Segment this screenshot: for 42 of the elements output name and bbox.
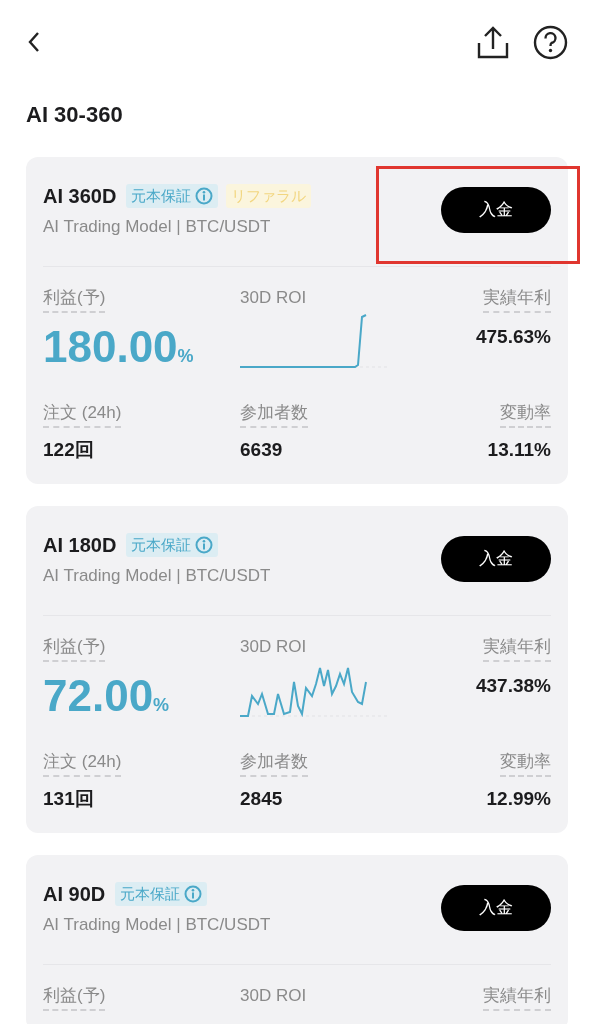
guarantee-badge: 元本保証 (126, 183, 219, 209)
stat-value: 12.99% (486, 786, 551, 811)
stat-value: 2845 (240, 786, 283, 811)
stat-label: 参加者数 (240, 401, 308, 428)
help-icon[interactable] (533, 24, 568, 60)
apr-value: 437.38% (476, 673, 551, 698)
referral-badge: リファラル (226, 183, 312, 209)
roi-label: 30D ROI (240, 286, 307, 309)
deposit-button[interactable]: 入金 (441, 885, 551, 931)
roi-label: 30D ROI (240, 984, 307, 1007)
profit-label: 利益(予) (43, 635, 106, 662)
stat-value: 6639 (240, 437, 283, 462)
profit-label: 利益(予) (43, 286, 106, 313)
product-name: AI 90D (43, 882, 106, 907)
stat-value: 13.11% (487, 437, 551, 462)
profit-value: 72.00% (43, 671, 171, 722)
stat-value: 122回 (43, 437, 94, 462)
deposit-button[interactable]: 入金 (441, 536, 551, 582)
apr-label: 実績年利 (483, 635, 551, 662)
stat-label: 注文 (24h) (43, 401, 122, 428)
stat-label: 変動率 (500, 401, 551, 428)
deposit-button[interactable]: 入金 (441, 187, 551, 233)
product-subtitle: AI Trading Model | BTC/USDT (43, 565, 271, 587)
share-icon[interactable] (477, 25, 509, 59)
stat-label: 注文 (24h) (43, 750, 122, 777)
apr-value: 475.63% (476, 324, 551, 349)
roi-label: 30D ROI (240, 635, 307, 658)
apr-label: 実績年利 (483, 984, 551, 1011)
apr-label: 実績年利 (483, 286, 551, 313)
guarantee-badge: 元本保証 (115, 881, 208, 907)
profit-value: 180.00% (43, 322, 195, 373)
stat-label: 変動率 (500, 750, 551, 777)
product-subtitle: AI Trading Model | BTC/USDT (43, 914, 271, 936)
guarantee-badge: 元本保証 (126, 532, 219, 558)
stat-label: 参加者数 (240, 750, 308, 777)
product-subtitle: AI Trading Model | BTC/USDT (43, 216, 272, 238)
product-name: AI 180D (43, 533, 117, 558)
product-name: AI 360D (43, 184, 117, 209)
page-title: AI 30-360 (25, 101, 124, 129)
stat-value: 131回 (43, 786, 94, 811)
back-icon[interactable] (26, 30, 42, 54)
profit-label: 利益(予) (43, 984, 106, 1011)
